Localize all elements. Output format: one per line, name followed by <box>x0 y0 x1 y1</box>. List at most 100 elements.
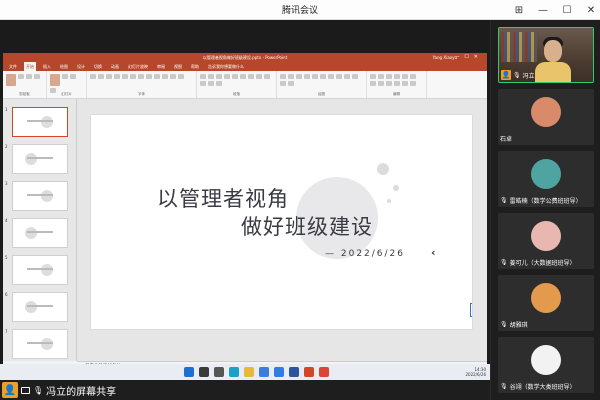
maximize-icon[interactable]: ☐ <box>562 5 572 16</box>
task-view-icon[interactable] <box>214 367 224 377</box>
slide-thumbnail[interactable] <box>12 292 68 322</box>
ribbon-tool-icon[interactable] <box>410 81 416 86</box>
ribbon-tool-icon[interactable] <box>264 74 270 79</box>
explorer-icon[interactable] <box>244 367 254 377</box>
ribbon-tool-icon[interactable] <box>224 74 230 79</box>
ribbon-group: 绘图 <box>277 71 367 98</box>
close-icon[interactable]: ✕ <box>586 5 596 16</box>
slide-thumbnail[interactable] <box>12 144 68 174</box>
participant-tile[interactable]: 🎙 姜可儿（大数据班班导） <box>498 213 594 269</box>
slide-thumbnail[interactable] <box>12 255 68 285</box>
ppt-tab[interactable]: 帮助 <box>189 64 201 70</box>
participant-tile[interactable]: 石卓 <box>498 89 594 145</box>
ribbon-tool-icon[interactable] <box>280 81 286 86</box>
ribbon-tool-icon[interactable] <box>62 74 68 79</box>
ribbon-tool-icon[interactable] <box>146 74 152 79</box>
ribbon-tool-icon[interactable] <box>296 74 302 79</box>
ribbon-tool-icon[interactable] <box>122 74 128 79</box>
ribbon-tool-icon[interactable] <box>378 74 384 79</box>
ribbon-tool-icon[interactable] <box>138 74 144 79</box>
ribbon-tool-icon[interactable] <box>18 74 24 79</box>
slide-thumbnail[interactable] <box>12 107 68 137</box>
ribbon-tool-icon[interactable] <box>216 74 222 79</box>
ppt-tab[interactable]: 动画 <box>109 64 121 70</box>
ppt-tab[interactable]: 绘图 <box>58 64 70 70</box>
ribbon-tool-icon[interactable] <box>106 74 112 79</box>
ppt-tab[interactable]: 审阅 <box>155 64 167 70</box>
ribbon-tool-icon[interactable] <box>50 74 60 86</box>
search-icon[interactable] <box>199 367 209 377</box>
ribbon-tool-icon[interactable] <box>162 74 168 79</box>
ppt-tab[interactable]: 插入 <box>41 64 53 70</box>
ribbon-tool-icon[interactable] <box>410 74 416 79</box>
ribbon-tool-icon[interactable] <box>370 74 376 79</box>
ribbon-tool-icon[interactable] <box>336 74 342 79</box>
ribbon-tool-icon[interactable] <box>386 74 392 79</box>
word-icon[interactable] <box>289 367 299 377</box>
ribbon-tool-icon[interactable] <box>394 81 400 86</box>
ribbon-tool-icon[interactable] <box>232 74 238 79</box>
start-icon[interactable] <box>184 367 194 377</box>
ribbon-tool-icon[interactable] <box>114 74 120 79</box>
powerpoint-icon[interactable] <box>304 367 314 377</box>
ribbon-tool-icon[interactable] <box>256 74 262 79</box>
ribbon-tool-icon[interactable] <box>130 74 136 79</box>
slide-thumbnail-pane[interactable]: 1 2 3 4 5 6 7 <box>3 99 77 361</box>
ribbon-tool-icon[interactable] <box>216 81 222 86</box>
ppt-tab[interactable]: 视图 <box>172 64 184 70</box>
ribbon-tool-icon[interactable] <box>98 74 104 79</box>
current-slide[interactable]: 以管理者视角 做好班级建设 — 2022/6/26 ‹ 页 <box>91 115 472 329</box>
ribbon-tool-icon[interactable] <box>370 81 376 86</box>
ppt-tab[interactable]: 切换 <box>92 64 104 70</box>
ribbon-tool-icon[interactable] <box>402 74 408 79</box>
ribbon-tool-icon[interactable] <box>386 81 392 86</box>
participant-tile[interactable]: 🎙 胡雅琪 <box>498 275 594 331</box>
ribbon-tool-icon[interactable] <box>26 74 32 79</box>
slide-thumbnail[interactable] <box>12 329 68 359</box>
slide-thumbnail[interactable] <box>12 218 68 248</box>
ribbon-tool-icon[interactable] <box>70 74 76 79</box>
ribbon-tool-icon[interactable] <box>280 74 286 79</box>
participant-tile[interactable]: 🎙 雷皓楠（数学公费班班导） <box>498 151 594 207</box>
taskbar-clock[interactable]: 14:30 2022/6/26 <box>465 367 486 377</box>
ribbon-tool-icon[interactable] <box>288 81 294 86</box>
ribbon-tool-icon[interactable] <box>248 74 254 79</box>
ribbon-tool-icon[interactable] <box>288 74 294 79</box>
ribbon-tool-icon[interactable] <box>178 74 184 79</box>
ribbon-tool-icon[interactable] <box>352 74 358 79</box>
ribbon-tool-icon[interactable] <box>34 74 40 79</box>
slide-thumbnail[interactable] <box>12 181 68 211</box>
video-person-head <box>544 40 562 62</box>
ribbon-tool-icon[interactable] <box>378 81 384 86</box>
participant-tile[interactable]: 👤 🎙 冯立 <box>498 27 594 83</box>
ribbon-tool-icon[interactable] <box>344 74 350 79</box>
ppt-tab[interactable]: 告诉我你想要做什么 <box>206 64 246 70</box>
ribbon-tool-icon[interactable] <box>402 81 408 86</box>
ribbon-tool-icon[interactable] <box>320 74 326 79</box>
store-icon[interactable] <box>259 367 269 377</box>
ribbon-tool-icon[interactable] <box>208 81 214 86</box>
ribbon-tool-icon[interactable] <box>328 74 334 79</box>
ppt-tab[interactable]: 设计 <box>75 64 87 70</box>
meeting-app-icon[interactable] <box>274 367 284 377</box>
ribbon-tool-icon[interactable] <box>200 81 206 86</box>
ribbon-tool-icon[interactable] <box>240 74 246 79</box>
pin-icon[interactable]: ⊞ <box>514 5 524 16</box>
slide-corner-button[interactable]: 页 <box>470 303 472 317</box>
ribbon-tool-icon[interactable] <box>154 74 160 79</box>
ribbon-tool-icon[interactable] <box>394 74 400 79</box>
ribbon-tool-icon[interactable] <box>170 74 176 79</box>
minimize-icon[interactable]: — <box>538 5 548 16</box>
edge-icon[interactable] <box>229 367 239 377</box>
ppt-tab[interactable]: 文件 <box>7 64 19 70</box>
ribbon-tool-icon[interactable] <box>312 74 318 79</box>
ppt-tab[interactable]: 幻灯片放映 <box>126 64 150 70</box>
participant-tile[interactable]: 🎙 谷翊（数学大类班班导） <box>498 337 594 393</box>
ppt-tab[interactable]: 开始 <box>24 62 36 71</box>
ribbon-tool-icon[interactable] <box>208 74 214 79</box>
chrome-icon[interactable] <box>319 367 329 377</box>
ribbon-tool-icon[interactable] <box>200 74 206 79</box>
ribbon-tool-icon[interactable] <box>6 74 16 86</box>
ribbon-tool-icon[interactable] <box>304 74 310 79</box>
ribbon-tool-icon[interactable] <box>90 74 96 79</box>
